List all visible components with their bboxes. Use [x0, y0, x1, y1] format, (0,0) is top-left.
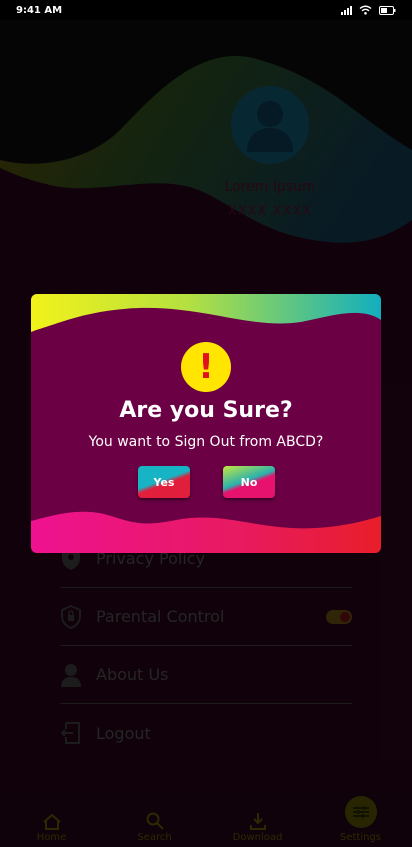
status-icons	[341, 5, 396, 15]
yes-button-label: Yes	[153, 475, 175, 489]
dialog-title: Are you Sure?	[119, 398, 293, 423]
battery-icon	[379, 5, 396, 15]
status-time: 9:41 AM	[16, 4, 63, 16]
signal-icon	[341, 5, 352, 15]
alert-icon: !	[181, 342, 231, 392]
sign-out-dialog: ! Are you Sure? You want to Sign Out fro…	[31, 294, 381, 553]
status-bar: 9:41 AM	[0, 0, 412, 20]
yes-button[interactable]: Yes	[138, 466, 190, 498]
dialog-wave-art	[31, 294, 381, 553]
no-button-label: No	[240, 475, 258, 489]
no-button[interactable]: No	[223, 466, 275, 498]
dialog-message: You want to Sign Out from ABCD?	[88, 434, 324, 450]
wifi-icon	[359, 5, 372, 15]
